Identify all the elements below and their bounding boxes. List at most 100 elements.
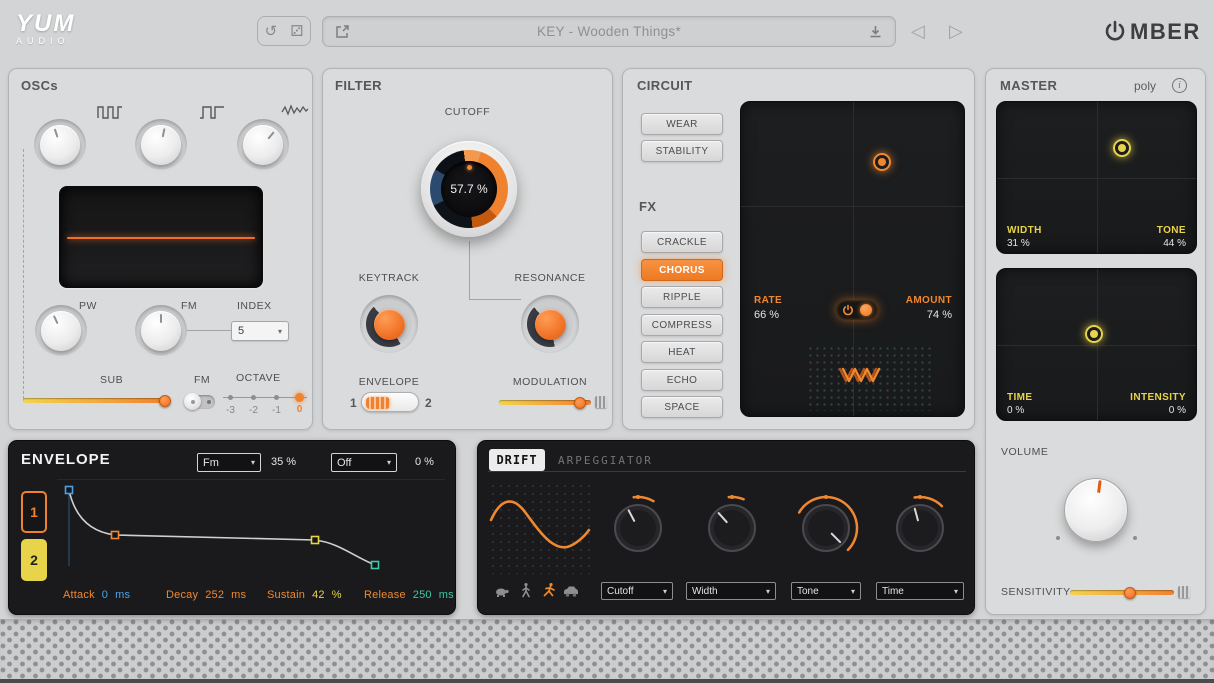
decay-readout[interactable]: Decay 252 ms	[166, 589, 246, 601]
sensitivity-slider[interactable]	[1070, 590, 1174, 595]
next-preset-button[interactable]: ▷	[949, 21, 963, 42]
fx-button-compress[interactable]: COMPRESS	[641, 314, 723, 336]
rate-label: RATE	[754, 295, 782, 306]
drift-wave-display[interactable]	[489, 482, 591, 574]
mod-amount-2[interactable]: 0 %	[415, 456, 434, 468]
filter-connector-v	[469, 241, 470, 299]
circuit-xy-pad[interactable]: RATE 66 % AMOUNT 74 %	[740, 101, 965, 417]
logo-text: YUM	[16, 10, 75, 38]
envelope-tab-2[interactable]: 2	[21, 539, 47, 581]
attack-readout[interactable]: Attack 0 ms	[63, 589, 130, 601]
octave-selector[interactable]: -3 -2 -1 0	[219, 389, 311, 423]
osc2-knob[interactable]	[135, 119, 187, 171]
run-icon[interactable]	[540, 582, 558, 598]
mod-source-2-dropdown[interactable]: Off ▾	[331, 453, 397, 472]
fx-button-crackle[interactable]: CRACKLE	[641, 231, 723, 253]
power-icon	[1104, 20, 1126, 44]
intensity-value: 0 %	[1169, 405, 1186, 416]
drift-target-1-dropdown[interactable]: Cutoff ▾	[601, 582, 673, 600]
noise-wave-icon	[281, 103, 309, 119]
sensitivity-slider-grip[interactable]	[1178, 586, 1190, 598]
tone-value: 44 %	[1163, 238, 1186, 249]
attack-handle	[66, 487, 73, 494]
dice-icon[interactable]: ⚂	[290, 22, 303, 40]
drift-knob-3[interactable]	[791, 493, 861, 563]
resonance-label: RESONANCE	[500, 272, 600, 284]
mod-source-1-dropdown[interactable]: Fm ▾	[197, 453, 261, 472]
keytrack-label: KEYTRACK	[339, 272, 439, 284]
drift-target-3-dropdown[interactable]: Tone ▾	[791, 582, 861, 600]
scope-waveform	[67, 237, 255, 239]
tab-arpeggiator[interactable]: ARPEGGIATOR	[558, 454, 653, 467]
sub-slider[interactable]	[23, 398, 169, 403]
xy-pad-handle[interactable]	[873, 153, 891, 171]
envelope-option-1[interactable]: 1	[350, 396, 357, 410]
info-icon[interactable]: i	[1172, 78, 1187, 93]
envelope-switch[interactable]	[361, 392, 419, 412]
cutoff-knob[interactable]: 57.7 %	[421, 141, 517, 237]
chevron-down-icon: ▾	[851, 587, 855, 596]
sustain-readout[interactable]: Sustain 42 %	[267, 589, 342, 601]
width-tone-pad[interactable]: WIDTH 31 % TONE 44 %	[996, 101, 1197, 254]
envelope-option-2[interactable]: 2	[425, 396, 432, 410]
resonance-knob[interactable]	[521, 295, 579, 353]
index-value: 5	[238, 325, 244, 337]
octave-option[interactable]: -3	[219, 395, 242, 416]
fx-button-echo[interactable]: ECHO	[641, 369, 723, 391]
fm-knob[interactable]	[135, 305, 187, 357]
preset-bar[interactable]: KEY - Wooden Things*	[322, 16, 896, 47]
modulation-slider[interactable]	[499, 400, 591, 405]
oscilloscope-display	[59, 186, 263, 288]
wear-button[interactable]: WEAR	[641, 113, 723, 135]
fx-button-ripple[interactable]: RIPPLE	[641, 286, 723, 308]
fx-power-toggle[interactable]	[836, 300, 878, 320]
keytrack-knob[interactable]	[360, 295, 418, 353]
mod-amount-1[interactable]: 35 %	[271, 456, 296, 468]
envelope-tab-1[interactable]: 1	[21, 491, 47, 533]
amount-readout: AMOUNT 74 %	[906, 295, 952, 321]
fx-button-chorus[interactable]: CHORUS	[641, 259, 723, 281]
octave-option[interactable]: -1	[265, 395, 288, 416]
time-intensity-pad[interactable]: TIME 0 % INTENSITY 0 %	[996, 268, 1197, 421]
turtle-icon[interactable]	[494, 583, 510, 599]
load-preset-icon[interactable]	[335, 24, 350, 39]
amount-label: AMOUNT	[906, 295, 952, 306]
drift-knob-2[interactable]	[697, 493, 767, 563]
fm-toggle[interactable]	[185, 395, 215, 409]
tab-drift[interactable]: DRIFT	[489, 449, 545, 471]
car-icon[interactable]	[562, 584, 580, 598]
chevron-down-icon: ▾	[663, 587, 667, 596]
pw-knob[interactable]	[35, 305, 87, 357]
osc1-knob[interactable]	[34, 119, 86, 171]
xy-pad-handle[interactable]	[1085, 325, 1103, 343]
envelope-graph[interactable]	[57, 479, 445, 587]
pw-label: PW	[79, 300, 97, 312]
octave-option-selected[interactable]: 0	[288, 395, 311, 415]
volume-knob[interactable]	[1064, 478, 1128, 542]
modulation-slider-grip[interactable]	[595, 396, 607, 408]
undo-icon[interactable]: ↺	[265, 22, 278, 40]
drift-knob-1[interactable]	[603, 493, 673, 563]
xy-pad-handle[interactable]	[1113, 139, 1131, 157]
drift-knob-4[interactable]	[885, 493, 955, 563]
preset-name[interactable]: KEY - Wooden Things*	[350, 24, 868, 39]
walk-icon[interactable]	[518, 582, 534, 598]
panel-title-master: MASTER	[1000, 78, 1057, 93]
power-icon	[842, 304, 854, 316]
drift-target-2-value: Width	[692, 586, 718, 597]
osc3-knob[interactable]	[237, 119, 289, 171]
stability-button[interactable]: STABILITY	[641, 140, 723, 162]
release-readout[interactable]: Release 250 ms	[364, 589, 454, 601]
mod-source-2-value: Off	[337, 457, 351, 469]
save-download-icon[interactable]	[868, 24, 883, 39]
index-dropdown[interactable]: 5 ▾	[231, 321, 289, 341]
octave-option[interactable]: -2	[242, 395, 265, 416]
voice-mode-label[interactable]: poly	[1134, 79, 1156, 93]
prev-preset-button[interactable]: ◁	[911, 21, 925, 42]
fx-button-heat[interactable]: HEAT	[641, 341, 723, 363]
volume-min-dot	[1056, 536, 1060, 540]
drift-target-4-dropdown[interactable]: Time ▾	[876, 582, 964, 600]
volume-label: VOLUME	[1001, 446, 1048, 458]
drift-target-2-dropdown[interactable]: Width ▾	[686, 582, 776, 600]
fx-button-space[interactable]: SPACE	[641, 396, 723, 418]
